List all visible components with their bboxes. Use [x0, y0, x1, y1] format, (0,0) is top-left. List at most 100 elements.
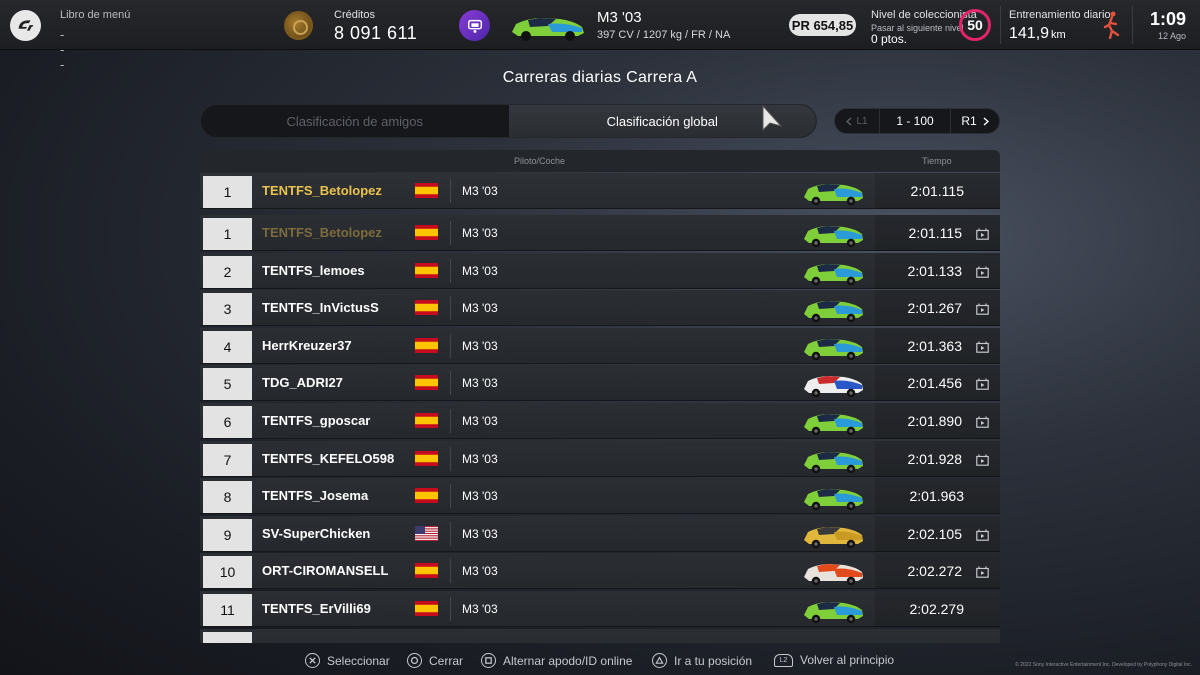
divider — [1132, 6, 1133, 44]
triangle-button-icon — [652, 653, 667, 668]
divider — [450, 559, 451, 584]
car-livery-image — [801, 594, 865, 624]
car-livery-image — [801, 176, 865, 206]
table-row-partial[interactable] — [200, 628, 1000, 643]
runner-icon — [1103, 11, 1120, 39]
divider — [450, 258, 451, 283]
player-name: SV-SuperChicken — [262, 525, 371, 541]
credits-coin-icon — [284, 11, 313, 40]
hint-toggle-id[interactable]: Alternar apodo/ID online — [481, 653, 632, 668]
player-name: ORT-CIROMANSELL — [262, 563, 389, 579]
time-cell: 2:01.963 — [875, 478, 1000, 515]
top-bar: Libro de menú --- Créditos 8 091 611 M3 … — [0, 0, 1200, 72]
hint-close[interactable]: Cerrar — [407, 653, 463, 668]
replay-icon[interactable] — [976, 377, 989, 391]
table-row[interactable]: 3 TENTFS_InVictusS M3 '03 2:01.267 — [200, 290, 1000, 327]
divider — [450, 221, 451, 245]
divider — [450, 333, 451, 358]
rank-number: 3 — [203, 293, 252, 326]
country-flag-icon — [415, 183, 438, 198]
car-livery-image — [801, 481, 865, 511]
column-header-pilot: Piloto/Coche — [514, 156, 566, 166]
divider — [450, 484, 451, 509]
rank-number: 7 — [203, 443, 252, 476]
rank-number: 1 — [203, 218, 252, 250]
car-livery-image — [801, 444, 865, 474]
square-button-icon — [481, 653, 496, 668]
lap-time: 2:02.272 — [907, 563, 963, 580]
divider — [450, 409, 451, 433]
car-livery-image — [801, 218, 865, 248]
rank-number: 6 — [203, 406, 252, 438]
country-flag-icon — [415, 563, 438, 579]
replay-icon[interactable] — [976, 227, 989, 240]
replay-icon[interactable] — [976, 453, 989, 466]
prev-page-button[interactable]: L1 — [835, 116, 879, 127]
my-ranking-row[interactable]: 1 TENTFS_Betolopez M3 '03 2:01.115 — [200, 173, 1000, 209]
table-row[interactable]: 9 SV-SuperChicken M3 '03 2:02.105 — [200, 515, 1000, 552]
rank-number: 9 — [203, 518, 252, 551]
lap-time: 2:01.928 — [907, 450, 963, 467]
table-row[interactable]: 8 TENTFS_Josema M3 '03 2:01.963 — [200, 478, 1000, 515]
hint-goto-position[interactable]: Ir a tu posición — [652, 653, 752, 668]
car-livery-image — [801, 331, 865, 361]
training-unit: km — [1051, 29, 1066, 41]
page-range: 1 - 100 — [879, 108, 951, 134]
clock-date: 12 Ago — [1157, 31, 1186, 41]
leaderboard-list[interactable]: 1 TENTFS_Betolopez M3 '03 2:01.115 1 TEN… — [200, 173, 1000, 643]
player-name: TENTFS_gposcar — [262, 413, 371, 428]
hint-back-top-label: Volver al principio — [800, 653, 895, 667]
country-flag-icon — [415, 601, 438, 616]
divider — [450, 521, 451, 546]
rank-number — [203, 631, 252, 643]
replay-icon[interactable] — [976, 265, 989, 278]
training-label: Entrenamiento diario — [1009, 9, 1111, 21]
lap-time: 2:02.279 — [909, 601, 965, 617]
next-page-button[interactable]: R1 — [951, 114, 999, 128]
car-livery-image — [801, 256, 865, 286]
country-flag-icon — [415, 300, 438, 316]
replay-icon[interactable] — [976, 302, 989, 315]
car-livery-image — [801, 406, 865, 436]
player-name: TDG_ADRI27 — [262, 375, 343, 391]
column-header-time: Tiempo — [922, 156, 952, 166]
country-flag-icon — [415, 375, 438, 391]
training-value: 141,9 — [1009, 25, 1050, 42]
copyright: © 2022 Sony Interactive Entertainment In… — [1015, 662, 1192, 668]
chevron-left-icon — [846, 116, 852, 126]
current-car-thumbnail[interactable] — [508, 10, 586, 42]
pr-badge: PR 654,85 — [789, 14, 856, 36]
table-row[interactable]: 10 ORT-CIROMANSELL M3 '03 2:02.272 — [200, 553, 1000, 590]
garage-icon[interactable] — [459, 10, 490, 41]
menu-book-label: Libro de menú — [60, 9, 131, 21]
table-row[interactable]: 5 TDG_ADRI27 M3 '03 2:01.456 — [200, 365, 1000, 402]
car-name: M3 '03 — [462, 376, 498, 391]
car-livery-image — [801, 368, 865, 398]
car-name: M3 '03 — [462, 263, 498, 278]
table-row[interactable]: 4 HerrKreuzer37 M3 '03 2:01.363 — [200, 327, 1000, 364]
credits-value: 8 091 611 — [334, 23, 418, 43]
car-name: M3 '03 — [462, 526, 498, 541]
page-selector: L1 1 - 100 R1 — [834, 108, 1000, 134]
country-flag-icon — [415, 525, 438, 541]
hint-goto-label: Ir a tu posición — [674, 653, 753, 668]
hint-select[interactable]: Seleccionar — [305, 653, 390, 668]
table-row[interactable]: 6 TENTFS_gposcar M3 '03 2:01.890 — [200, 403, 1000, 439]
country-flag-icon — [415, 225, 438, 240]
hint-back-top[interactable]: L2 Volver al principio — [774, 653, 894, 667]
replay-icon[interactable] — [976, 340, 989, 353]
player-name: TENTFS_Josema — [262, 488, 369, 504]
table-row[interactable]: 2 TENTFS_lemoes M3 '03 2:01.133 — [200, 252, 1000, 289]
lap-time: 2:01.363 — [907, 337, 963, 354]
table-row[interactable]: 7 TENTFS_KEFELO598 M3 '03 2:01.928 — [200, 440, 1000, 477]
player-name: HerrKreuzer37 — [262, 337, 352, 353]
country-flag-icon — [415, 450, 438, 466]
gt-logo-icon[interactable] — [10, 10, 41, 41]
button-hints: Seleccionar Cerrar Alternar apodo/ID onl… — [0, 650, 1200, 672]
replay-icon[interactable] — [976, 415, 989, 428]
replay-icon[interactable] — [976, 528, 989, 541]
table-row[interactable]: 11 TENTFS_ErVilli69 M3 '03 2:02.279 — [200, 591, 1000, 627]
table-row[interactable]: 1 TENTFS_Betolopez M3 '03 2:01.115 — [200, 215, 1000, 251]
replay-icon[interactable] — [976, 565, 989, 579]
tab-friends-ranking[interactable]: Clasificación de amigos — [201, 105, 509, 137]
